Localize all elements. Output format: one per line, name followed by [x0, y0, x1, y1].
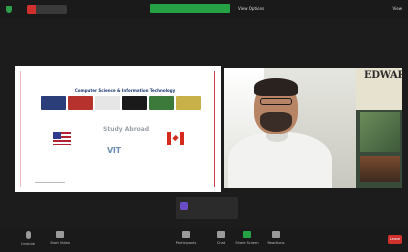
video-label: Start Video [50, 241, 70, 245]
share-screen-button[interactable]: Share Screen [233, 231, 261, 245]
video-button[interactable]: Start Video [46, 231, 74, 245]
speaker-beard [260, 112, 292, 132]
poster-title: EDWARDS [364, 70, 402, 81]
chat-notification[interactable] [176, 197, 238, 219]
speaker-glasses [260, 98, 292, 105]
mute-label: Unmute [21, 242, 35, 246]
screen-share-banner[interactable] [150, 4, 230, 13]
slide-right-border [214, 71, 215, 187]
chat-icon [217, 231, 225, 238]
participants-label: Participants [175, 241, 197, 245]
background-poster: EDWARDS [356, 68, 402, 188]
vit-logo: VIT [107, 146, 121, 155]
share-label: Share Screen [235, 241, 259, 245]
chat-button[interactable]: Chat [207, 231, 235, 245]
slide-footer-line [35, 182, 65, 183]
mute-button[interactable]: Unmute [14, 231, 42, 246]
participants-button[interactable]: Participants [172, 231, 200, 245]
shield-icon[interactable] [6, 6, 12, 13]
university-logo [95, 96, 120, 110]
chat-label: Chat [216, 241, 226, 245]
meeting-toolbar: Unmute Start Video Participants Chat Sha… [0, 228, 408, 252]
meeting-top-bar: View Options View [0, 0, 408, 18]
reactions-icon [272, 231, 280, 238]
recording-badge[interactable] [27, 5, 67, 14]
participants-icon [182, 231, 190, 238]
reactions-button[interactable]: Reactions [262, 231, 290, 245]
university-logo [68, 96, 93, 110]
microphone-icon [25, 231, 31, 239]
speaker-hair [254, 78, 298, 96]
camera-icon [56, 231, 64, 238]
university-logo [41, 96, 66, 110]
avatar [180, 202, 188, 210]
shared-screen: Computer Science & Information Technolog… [15, 66, 221, 192]
view-options-menu[interactable]: View Options [238, 4, 264, 13]
leave-button[interactable]: Leave [388, 235, 402, 244]
speaker-video-tile[interactable]: EDWARDS [224, 68, 402, 188]
record-icon [27, 5, 36, 14]
study-abroad-heading: Study Abroad [103, 126, 150, 133]
slide-title: Computer Science & Information Technolog… [74, 88, 176, 93]
slide-left-border [20, 71, 21, 187]
share-screen-icon [243, 231, 251, 238]
us-flag-icon [53, 132, 71, 145]
canada-flag-icon [167, 132, 184, 145]
university-logo [176, 96, 201, 110]
university-logo [149, 96, 174, 110]
university-logo [122, 96, 147, 110]
university-logo-strip [41, 96, 201, 110]
view-button[interactable]: View [393, 4, 403, 13]
reactions-label: Reactions [267, 241, 285, 245]
